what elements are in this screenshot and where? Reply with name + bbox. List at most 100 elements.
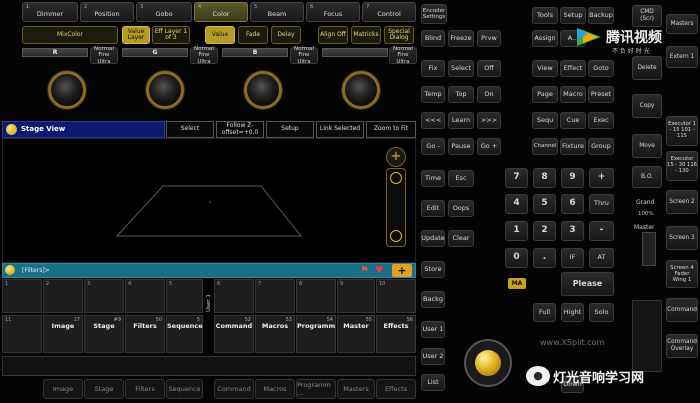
bottom-sequence-button[interactable]: Sequence bbox=[166, 379, 203, 399]
pool-cell-10[interactable]: 10 bbox=[376, 279, 416, 313]
pool-cell-9[interactable]: 9 bbox=[337, 279, 375, 313]
oops-key[interactable]: Oops bbox=[448, 200, 474, 217]
preset-tab-position[interactable]: 2 Position bbox=[80, 2, 134, 22]
encoder-knob-1[interactable] bbox=[48, 71, 86, 109]
stage-link-selected-button[interactable]: Link Selected bbox=[316, 121, 364, 138]
cmd-scr-button[interactable]: CMD (Scr) bbox=[632, 5, 662, 27]
encoder-knob-2[interactable] bbox=[146, 71, 184, 109]
filters-add-button[interactable]: + bbox=[392, 264, 412, 277]
encoder-knob-3[interactable] bbox=[244, 71, 282, 109]
empty-slot[interactable] bbox=[2, 356, 416, 376]
numpad-7[interactable]: 7 bbox=[505, 168, 528, 188]
attribute-mode-4[interactable]: Normal Fine Ultra bbox=[389, 46, 417, 65]
pool-cell-8[interactable]: 8 bbox=[296, 279, 336, 313]
user2-key[interactable]: User 2 bbox=[421, 348, 445, 365]
bottom-filters-button[interactable]: Filters bbox=[125, 379, 165, 399]
update-key[interactable]: Update bbox=[421, 230, 445, 247]
view-key[interactable]: View bbox=[532, 60, 558, 77]
numpad-thru[interactable]: Thru bbox=[589, 194, 614, 214]
off-key[interactable]: Off bbox=[477, 60, 501, 77]
stage-zoom-slider[interactable] bbox=[386, 168, 406, 247]
preset-tab-focus[interactable]: 6 Focus bbox=[306, 2, 360, 22]
numpad-2[interactable]: 2 bbox=[533, 221, 556, 241]
bottom-masters-button[interactable]: Masters bbox=[337, 379, 375, 399]
numpad-if[interactable]: IF bbox=[561, 248, 584, 268]
highlight-key[interactable]: Hight bbox=[561, 303, 584, 322]
pool-cell-11[interactable]: 11 bbox=[2, 315, 42, 353]
please-key[interactable]: Please bbox=[561, 272, 614, 296]
special-dialog-button[interactable]: Special Dialog bbox=[384, 26, 414, 44]
prvw-key[interactable]: Prvw bbox=[477, 30, 501, 47]
delete-button[interactable]: Delete bbox=[632, 56, 662, 80]
cue-key[interactable]: Cue bbox=[560, 112, 586, 129]
go-minus-key[interactable]: Go - bbox=[421, 138, 445, 155]
esc-key[interactable]: Esc bbox=[448, 170, 474, 187]
copy-button[interactable]: Copy bbox=[632, 94, 662, 118]
master-fader-slot[interactable] bbox=[632, 300, 662, 372]
preset-key[interactable]: Preset bbox=[588, 86, 614, 103]
setup-key[interactable]: Setup bbox=[560, 7, 586, 24]
blind-key[interactable]: Blind bbox=[421, 30, 445, 47]
move-button[interactable]: Move bbox=[632, 134, 662, 158]
numpad-1[interactable]: 1 bbox=[505, 221, 528, 241]
attribute-mode-r[interactable]: Normal Fine Ultra bbox=[90, 46, 118, 65]
pool-window-command[interactable]: 52 Command bbox=[214, 315, 254, 353]
pool-window-filters[interactable]: 50 Filters bbox=[125, 315, 165, 353]
goto-key[interactable]: Goto bbox=[588, 60, 614, 77]
tools-key[interactable]: Tools bbox=[532, 7, 558, 24]
numpad-plus[interactable]: + bbox=[589, 168, 614, 188]
temp-key[interactable]: Temp bbox=[421, 86, 445, 103]
heart-icon[interactable]: ♥ bbox=[375, 265, 385, 276]
numpad-9[interactable]: 9 bbox=[561, 168, 584, 188]
numpad-4[interactable]: 4 bbox=[505, 194, 528, 214]
stage-select-button[interactable]: Select bbox=[166, 121, 214, 138]
channel-key[interactable]: Channel bbox=[532, 138, 558, 155]
encoder-knob-4[interactable] bbox=[342, 71, 380, 109]
backg-key[interactable]: Backg bbox=[421, 291, 445, 308]
pool-window-macros[interactable]: 53 Macros bbox=[255, 315, 295, 353]
clear-key[interactable]: Clear bbox=[448, 230, 474, 247]
zoom-out-icon[interactable] bbox=[390, 230, 402, 242]
pool-cell-2[interactable]: 2 bbox=[43, 279, 83, 313]
screen-4-fader-wing-button[interactable]: Screen 4 Fader Wing 1 bbox=[666, 260, 698, 288]
bottom-programmer-button[interactable]: Programm ... bbox=[296, 379, 336, 399]
numpad-0[interactable]: 0 bbox=[505, 248, 528, 268]
assign-key[interactable]: Assign bbox=[532, 30, 558, 47]
eff-layer-button[interactable]: Eff Layer 1 of 3 bbox=[152, 26, 190, 44]
executor-1-15-button[interactable]: Executor 1 - 15 101 - 115 bbox=[666, 116, 698, 146]
delay-button[interactable]: Delay bbox=[271, 26, 301, 44]
preset-tab-beam[interactable]: 5 Beam bbox=[250, 2, 304, 22]
preset-tab-gobo[interactable]: 3 Gobo bbox=[136, 2, 192, 22]
numpad-8[interactable]: 8 bbox=[533, 168, 556, 188]
pool-window-effects[interactable]: 56 Effects bbox=[376, 315, 416, 353]
bottom-effects-button[interactable]: Effects bbox=[376, 379, 416, 399]
command-button[interactable]: Command bbox=[666, 298, 698, 322]
go-plus-key[interactable]: Go + bbox=[477, 138, 501, 155]
pool-window-programmer[interactable]: 54 Programm bbox=[296, 315, 336, 353]
prev-key[interactable]: <<< bbox=[421, 112, 445, 129]
select-key[interactable]: Select bbox=[448, 60, 474, 77]
command-overlay-button[interactable]: Command Overlay bbox=[666, 334, 698, 358]
macro-key[interactable]: Macro bbox=[560, 86, 586, 103]
on-key[interactable]: On bbox=[477, 86, 501, 103]
backup-key[interactable]: Backup bbox=[588, 7, 614, 24]
ma-key[interactable]: MA bbox=[508, 278, 526, 289]
time-key[interactable]: Time bbox=[421, 170, 445, 187]
screen-2-button[interactable]: Screen 2 bbox=[666, 190, 698, 214]
stage-follow-button[interactable]: Follow Z-offset=+0.0 bbox=[216, 121, 264, 138]
zoom-in-icon[interactable] bbox=[390, 172, 402, 184]
effect-key[interactable]: Effect bbox=[560, 60, 586, 77]
encoder-settings-button[interactable]: Encoder Settings bbox=[421, 4, 447, 24]
page-key[interactable]: Page bbox=[532, 86, 558, 103]
bottom-macros-button[interactable]: Macros bbox=[255, 379, 295, 399]
pool-cell-6[interactable]: 6 bbox=[214, 279, 254, 313]
fixture-icon[interactable]: ⚑ bbox=[360, 265, 370, 276]
bo-button[interactable]: B.O. bbox=[632, 166, 662, 188]
pause-key[interactable]: Pause bbox=[448, 138, 474, 155]
numpad-3[interactable]: 3 bbox=[561, 221, 584, 241]
pool-window-master[interactable]: 55 Master bbox=[337, 315, 375, 353]
stage-setup-button[interactable]: Setup bbox=[266, 121, 314, 138]
stage-zoom-to-fit-button[interactable]: Zoom to Fit bbox=[366, 121, 416, 138]
store-key[interactable]: Store bbox=[421, 261, 445, 278]
list-key[interactable]: List bbox=[421, 374, 445, 391]
